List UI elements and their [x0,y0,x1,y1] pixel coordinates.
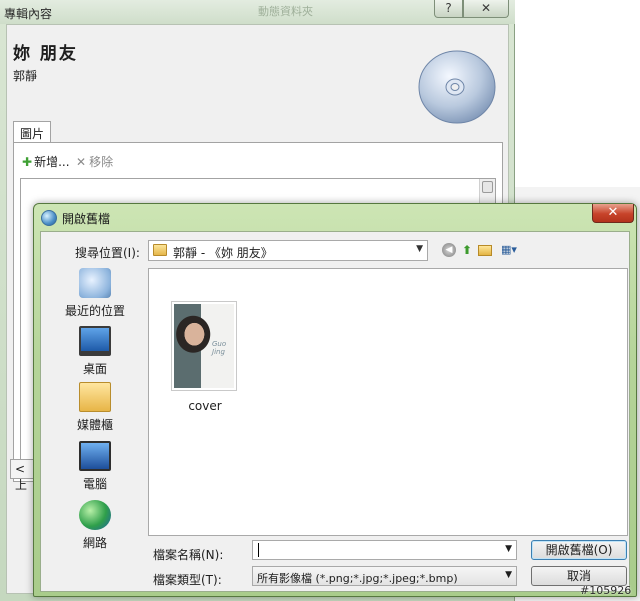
dialog-app-icon [41,210,57,226]
file-item[interactable]: Guo Jing cover [165,301,245,421]
file-type-value: 所有影像檔 (*.png;*.jpg;*.jpeg;*.bmp) [257,572,458,585]
desktop-icon [79,326,111,356]
place-desktop[interactable]: 桌面 [43,326,147,382]
folder-icon [153,244,167,256]
album-window-faded-title: 動態資料夾 [258,5,313,18]
place-recent[interactable]: 最近的位置 [43,268,147,324]
album-window-titlebar: 專輯內容 動態資料夾 ? ✕ [0,0,515,24]
scroll-thumb[interactable] [482,181,493,193]
place-computer[interactable]: 電腦 [43,441,147,497]
dialog-title: 開啟舊檔 [62,212,111,226]
libraries-icon [79,382,111,412]
chevron-down-icon: ▼ [505,570,512,580]
open-file-dialog: 開啟舊檔 ✕ 搜尋位置(I): 郭靜 - 《妳 朋友》 ▼ ◀ ⬆ ▦▾ 最近的… [33,203,637,597]
cancel-button[interactable]: 取消 [531,566,627,586]
file-name-label: 檔案名稱(N): [153,548,224,562]
place-label: 網路 [82,536,107,550]
dialog-close-button[interactable]: ✕ [592,204,634,223]
thumbnail-script-text: Guo Jing [212,340,227,356]
places-bar: 最近的位置 桌面 媒體櫃 電腦 網路 [43,268,147,590]
place-label: 媒體櫃 [76,418,113,432]
dialog-content: 搜尋位置(I): 郭靜 - 《妳 朋友》 ▼ ◀ ⬆ ▦▾ 最近的位置 桌面 媒… [40,231,630,592]
new-folder-icon[interactable] [478,245,492,256]
place-network[interactable]: 網路 [43,500,147,556]
place-libraries[interactable]: 媒體櫃 [43,382,147,438]
album-close-button[interactable]: ✕ [463,0,509,18]
place-label: 電腦 [82,477,107,491]
file-name: cover [188,399,222,413]
up-folder-icon[interactable]: ⬆ [460,243,474,257]
computer-icon [79,441,111,471]
recent-places-icon [79,268,111,298]
remove-icon: ✕ [76,155,87,169]
place-label: 桌面 [82,362,107,376]
chevron-down-icon: ▼ [416,244,423,254]
text-caret [258,543,259,557]
network-icon [79,500,111,530]
remove-label: 移除 [89,155,114,169]
look-in-combobox[interactable]: 郭靜 - 《妳 朋友》 ▼ [148,240,428,261]
file-name-input[interactable]: ▼ [252,540,517,560]
file-thumbnail: Guo Jing [171,301,237,391]
back-icon[interactable]: ◀ [442,243,456,257]
album-name: 妳 朋友 [13,44,78,64]
look-in-label: 搜尋位置(I): [75,246,140,260]
place-label: 最近的位置 [64,304,125,318]
file-list-pane[interactable]: Guo Jing cover [148,268,628,536]
remove-picture-button[interactable]: ✕ 移除 [76,153,113,170]
open-button[interactable]: 開啟舊檔(O) [531,540,627,560]
chevron-down-icon[interactable]: ▼ [505,544,512,554]
album-artist: 郭靜 [13,69,38,83]
plus-icon: ✚ [22,155,33,169]
help-button[interactable]: ? [434,0,463,18]
look-in-value: 郭靜 - 《妳 朋友》 [173,246,273,260]
add-picture-button[interactable]: ✚ 新增... [22,153,70,170]
views-menu-icon[interactable]: ▦▾ [499,243,519,257]
file-type-select[interactable]: 所有影像檔 (*.png;*.jpg;*.jpeg;*.bmp) ▼ [252,566,517,586]
album-window-title: 專輯內容 [4,7,53,21]
tab-pictures[interactable]: 圖片 [13,121,52,143]
add-label: 新增... [34,155,70,169]
file-type-label: 檔案類型(T): [153,573,222,587]
watermark: #105926 [580,584,632,597]
cd-icon [418,50,496,124]
